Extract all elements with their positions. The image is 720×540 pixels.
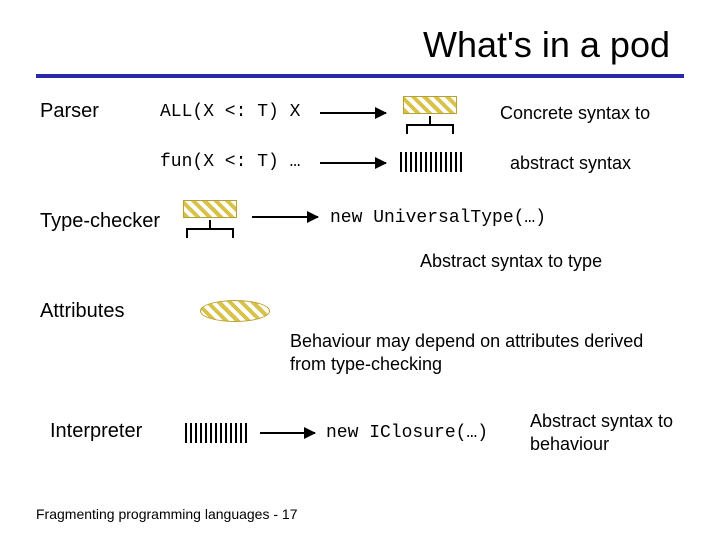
code-typechecker-out: new UniversalType(…) [330, 208, 546, 228]
barcode-icon [185, 423, 249, 443]
barcode-icon [400, 152, 464, 172]
arrow-stripes-to-closure [260, 432, 315, 434]
tree-icon [180, 200, 240, 240]
label-parser: Parser [40, 100, 99, 123]
tree-icon [400, 96, 460, 136]
slide-footer: Fragmenting programming languages - 17 [36, 506, 297, 522]
code-interpreter-out: new IClosure(…) [326, 423, 488, 443]
desc-concrete-syntax: Concrete syntax to [500, 102, 650, 125]
oval-icon [200, 300, 270, 322]
desc-behaviour: Behaviour may depend on attributes deriv… [290, 330, 670, 375]
slide-title: What's in a pod [423, 24, 670, 66]
arrow-fun-to-stripes [320, 162, 386, 164]
arrow-parser-to-tree [320, 112, 386, 114]
desc-abstract-syntax: abstract syntax [510, 152, 631, 175]
desc-ast-to-type: Abstract syntax to type [420, 250, 602, 273]
label-interpreter: Interpreter [50, 420, 142, 443]
desc-ast-to-behaviour: Abstract syntax to behaviour [530, 410, 700, 455]
arrow-tree-to-universal [252, 216, 318, 218]
code-parser-mid: fun(X <: T) … [160, 152, 300, 172]
label-attributes: Attributes [40, 300, 124, 323]
label-typechecker: Type-checker [40, 210, 160, 233]
title-underline [36, 74, 684, 78]
code-parser-input: ALL(X <: T) X [160, 102, 300, 122]
